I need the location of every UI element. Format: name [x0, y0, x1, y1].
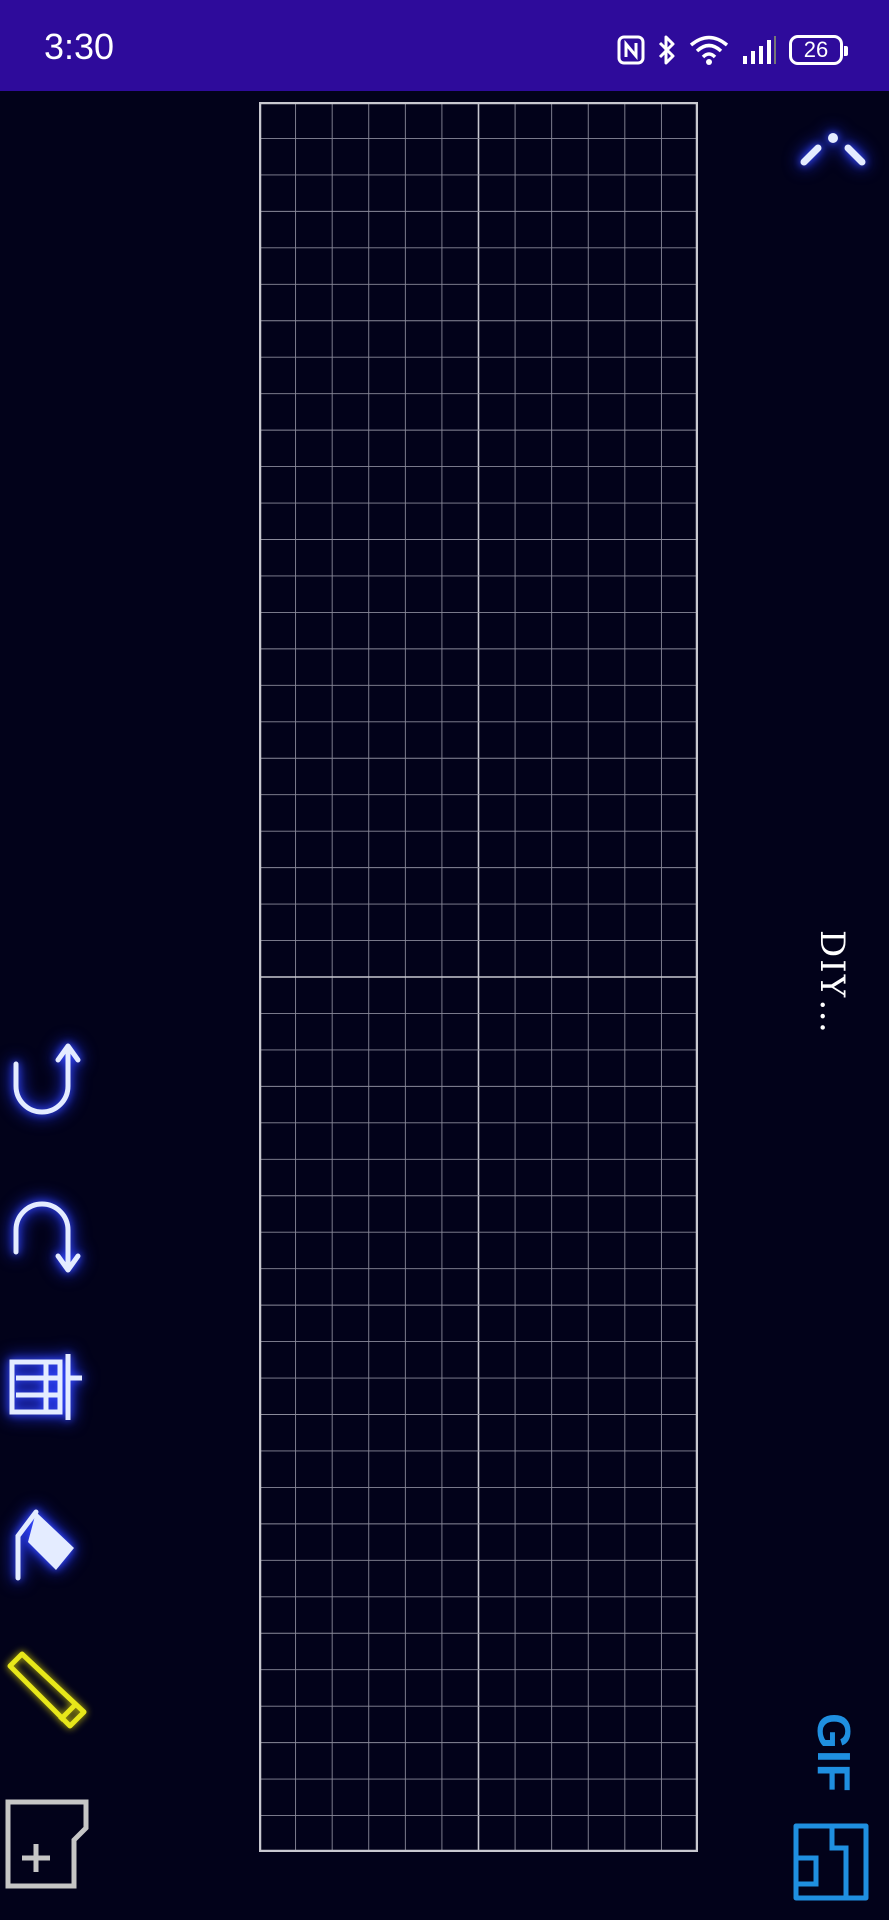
- battery-level: 26: [803, 37, 829, 62]
- gif-button[interactable]: GIF: [786, 1712, 878, 1793]
- chevron-up-icon: [800, 133, 866, 166]
- redo-icon: [13, 1201, 81, 1273]
- add-frame-button[interactable]: [4, 1798, 90, 1890]
- eraser-icon: [15, 1509, 74, 1581]
- export-icon: [793, 1823, 869, 1901]
- pencil-button[interactable]: [4, 1650, 92, 1732]
- gif-label: GIF: [807, 1713, 860, 1793]
- redo-button[interactable]: [6, 1196, 88, 1274]
- drawing-grid[interactable]: [259, 102, 698, 1852]
- nfc-icon: [617, 35, 645, 65]
- wifi-icon: [689, 35, 729, 65]
- app-screen: 3:30 26 DIY… GIF: [0, 0, 889, 1920]
- status-icons: 26: [617, 30, 848, 70]
- frames-button[interactable]: [6, 1348, 88, 1426]
- collapse-button[interactable]: [796, 126, 870, 180]
- status-time: 3:30: [44, 26, 115, 67]
- export-button[interactable]: [792, 1822, 870, 1902]
- undo-icon: [13, 1043, 81, 1115]
- add-frame-icon: [5, 1799, 89, 1889]
- status-bar: 3:30 26: [0, 0, 889, 91]
- battery-icon: 26: [789, 35, 848, 65]
- eraser-button[interactable]: [6, 1500, 88, 1582]
- undo-button[interactable]: [6, 1042, 88, 1120]
- diy-label[interactable]: DIY…: [812, 930, 852, 1070]
- pencil-icon: [7, 1651, 87, 1729]
- frames-icon: [9, 1354, 82, 1420]
- cellular-signal-icon: [743, 36, 776, 64]
- bluetooth-icon: [658, 35, 675, 65]
